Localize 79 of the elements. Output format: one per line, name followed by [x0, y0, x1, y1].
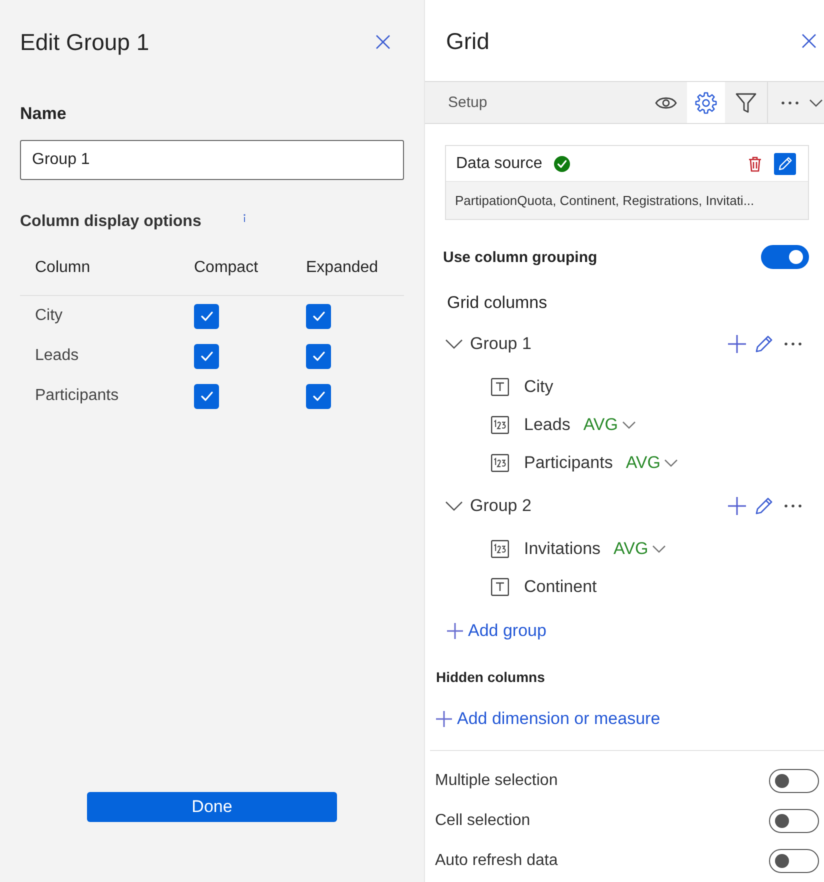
- field-label: Name: [20, 103, 66, 125]
- table-cell: City: [35, 307, 63, 325]
- checkbox[interactable]: [194, 384, 219, 408]
- checkmark-icon: [200, 349, 214, 363]
- section-title: Grid columns: [447, 292, 548, 314]
- field-list: PartipationQuota, Continent, Registrations, Invitati...: [446, 181, 808, 219]
- number-type-icon: [491, 540, 509, 558]
- column-label: Continent: [524, 577, 597, 597]
- checkmark-icon: [312, 349, 326, 363]
- group-label: Group 1: [470, 334, 532, 354]
- checkmark-icon: [200, 389, 214, 403]
- column-header: Column: [34, 258, 92, 276]
- checkbox[interactable]: [306, 344, 331, 368]
- chevron-down-icon: [664, 459, 678, 467]
- setting-label: Use column grouping: [443, 248, 598, 266]
- column-header: Expanded: [306, 258, 380, 276]
- setting-label: Auto refresh data: [435, 852, 558, 870]
- pencil-icon[interactable]: [754, 496, 774, 516]
- aggregation-dropdown[interactable]: AVG: [614, 539, 666, 559]
- plus-icon[interactable]: [727, 496, 747, 516]
- done-button[interactable]: Done: [87, 792, 337, 822]
- more-icon[interactable]: [784, 342, 802, 346]
- chevron-down-icon[interactable]: [809, 98, 823, 106]
- trash-icon[interactable]: [748, 156, 762, 172]
- toggle-switch[interactable]: [769, 769, 819, 793]
- close-icon[interactable]: [375, 34, 391, 50]
- table-cell: Participants: [35, 387, 119, 405]
- column-label: Leads: [524, 415, 570, 435]
- column-label: Participants: [524, 453, 613, 473]
- checkbox[interactable]: [194, 344, 219, 368]
- table-cell: Leads: [35, 347, 79, 365]
- panel-title: Edit Group 1: [20, 28, 150, 57]
- checkmark-icon: [312, 389, 326, 403]
- section-title: Hidden columns: [436, 668, 546, 687]
- text-type-icon: [491, 578, 509, 596]
- chevron-down-icon[interactable]: [445, 501, 463, 511]
- aggregation-dropdown[interactable]: AVG: [626, 453, 678, 473]
- eye-icon: [655, 96, 677, 110]
- pencil-icon[interactable]: [754, 334, 774, 354]
- settings-icon: [695, 92, 717, 114]
- add-dimension-link[interactable]: Add dimension or measure: [435, 709, 660, 729]
- checkbox[interactable]: [306, 384, 331, 408]
- more-icon[interactable]: [784, 504, 802, 508]
- number-type-icon: [491, 416, 509, 434]
- add-group-link[interactable]: Add group: [446, 621, 546, 641]
- card-title: Data source: [456, 154, 542, 172]
- more-icon[interactable]: [781, 100, 799, 104]
- aggregation-dropdown[interactable]: AVG: [583, 415, 636, 435]
- column-label: City: [524, 377, 554, 397]
- checkmark-icon: [312, 309, 326, 323]
- checkmark-icon: [200, 309, 214, 323]
- toggle-switch[interactable]: [769, 809, 819, 833]
- column-header: Compact: [194, 258, 260, 276]
- plus-icon: [435, 710, 453, 728]
- group-label: Group 2: [470, 496, 532, 516]
- plus-icon: [446, 622, 464, 640]
- settings-tab[interactable]: [687, 82, 725, 123]
- chevron-down-icon[interactable]: [445, 339, 463, 349]
- checkbox[interactable]: [306, 304, 331, 328]
- number-type-icon: [491, 454, 509, 472]
- toolbar-title: Setup: [448, 94, 488, 111]
- text-type-icon: [491, 378, 509, 396]
- chevron-down-icon: [622, 421, 636, 429]
- toggle-switch[interactable]: [769, 849, 819, 873]
- info-icon: [243, 214, 246, 222]
- panel-title: Grid: [446, 26, 490, 56]
- column-label: Invitations: [524, 539, 601, 559]
- pencil-icon: [778, 156, 792, 171]
- toggle-switch[interactable]: [761, 245, 809, 269]
- plus-icon[interactable]: [727, 334, 747, 354]
- section-title: Column display options: [20, 212, 202, 232]
- checkbox[interactable]: [194, 304, 219, 328]
- name-input[interactable]: Group 1: [20, 140, 404, 180]
- close-icon[interactable]: [801, 32, 817, 48]
- setting-label: Cell selection: [435, 812, 530, 830]
- chevron-down-icon: [652, 545, 666, 553]
- setting-label: Multiple selection: [435, 772, 558, 790]
- filter-icon: [735, 92, 757, 114]
- edit-button[interactable]: [774, 152, 796, 174]
